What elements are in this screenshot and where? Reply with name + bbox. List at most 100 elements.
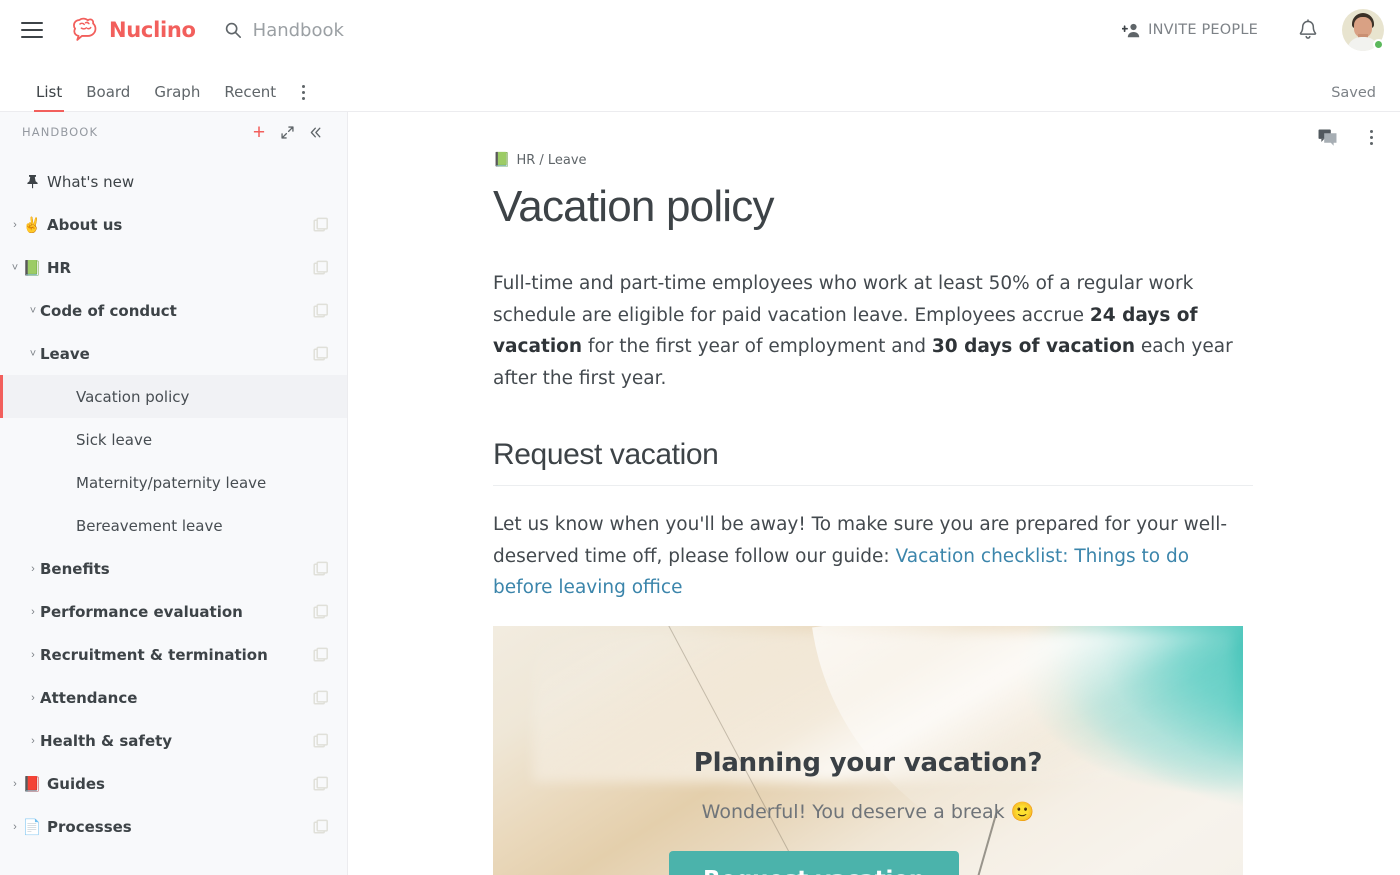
duplicate-page-button[interactable] bbox=[313, 303, 329, 319]
duplicate-page-icon bbox=[313, 561, 328, 575]
duplicate-page-button[interactable] bbox=[313, 561, 329, 577]
tab-graph[interactable]: Graph bbox=[142, 83, 212, 111]
tab-more-button[interactable] bbox=[288, 85, 319, 111]
duplicate-page-icon bbox=[313, 604, 328, 618]
sidebar-item-health-safety[interactable]: › Health & safety bbox=[0, 719, 347, 762]
duplicate-page-button[interactable] bbox=[313, 217, 329, 233]
sidebar-item-label: About us bbox=[47, 215, 123, 234]
document: 📗 HR / Leave Vacation policy Full-time a… bbox=[348, 112, 1253, 875]
breadcrumb-path: HR / Leave bbox=[516, 152, 587, 168]
embed-heading: Planning your vacation? bbox=[693, 747, 1043, 778]
sidebar-item-maternity-paternity-leave[interactable]: ›Maternity/paternity leave bbox=[0, 461, 347, 504]
duplicate-page-icon bbox=[313, 776, 328, 790]
sidebar-item-hr[interactable]: ˅ 📗 HR bbox=[0, 246, 347, 289]
sidebar-item-label: Recruitment & termination bbox=[40, 645, 268, 664]
chevron-right-icon[interactable]: › bbox=[26, 563, 40, 575]
tab-list[interactable]: List bbox=[24, 83, 74, 112]
sidebar-item-label: What's new bbox=[47, 172, 135, 191]
paragraph-intro-text-1: Full-time and part-time employees who wo… bbox=[493, 273, 1194, 326]
duplicate-page-icon bbox=[313, 346, 328, 360]
hamburger-menu-icon[interactable] bbox=[21, 22, 43, 38]
more-vertical-icon bbox=[302, 85, 306, 100]
sidebar-header: HANDBOOK + bbox=[0, 112, 347, 152]
sidebar-item-recruitment-termination[interactable]: › Recruitment & termination bbox=[0, 633, 347, 676]
sidebar-item-label: Maternity/paternity leave bbox=[76, 473, 267, 492]
duplicate-page-icon bbox=[313, 217, 328, 231]
search-input[interactable]: Handbook bbox=[224, 20, 344, 41]
brand-name: Nuclino bbox=[109, 18, 196, 42]
paragraph-request: Let us know when you'll be away! To make… bbox=[493, 509, 1253, 604]
chevron-right-icon[interactable]: › bbox=[8, 219, 22, 231]
sidebar-item-processes[interactable]: › 📄 Processes bbox=[0, 805, 347, 848]
sidebar-item-attendance[interactable]: › Attendance bbox=[0, 676, 347, 719]
sidebar-item-performance-evaluation[interactable]: › Performance evaluation bbox=[0, 590, 347, 633]
avatar[interactable] bbox=[1342, 9, 1384, 51]
chevron-right-icon[interactable]: › bbox=[26, 735, 40, 747]
embed-content: Planning your vacation? Wonderful! You d… bbox=[493, 626, 1243, 875]
item-emoji-icon: 📕 bbox=[22, 774, 42, 793]
page-menu-button[interactable] bbox=[1360, 126, 1382, 148]
sidebar-expand-button[interactable] bbox=[273, 118, 301, 146]
search-input-value: Handbook bbox=[252, 19, 344, 41]
sidebar-item-label: Guides bbox=[47, 774, 105, 793]
breadcrumb-emoji-icon: 📗 bbox=[493, 152, 511, 168]
sidebar-collapse-button[interactable] bbox=[301, 118, 329, 146]
workspace-body: HANDBOOK + ›What's new›✌️About us˅📗HR˅Co… bbox=[0, 112, 1400, 875]
paragraph-intro-text-2: for the first year of employment and bbox=[582, 336, 932, 357]
page-title: Vacation policy bbox=[493, 182, 774, 231]
chevron-right-icon[interactable]: › bbox=[26, 692, 40, 704]
plus-icon: + bbox=[252, 120, 266, 144]
duplicate-page-button[interactable] bbox=[313, 776, 329, 792]
sidebar-item-guides[interactable]: › 📕 Guides bbox=[0, 762, 347, 805]
duplicate-page-button[interactable] bbox=[313, 260, 329, 276]
chevron-down-icon[interactable]: ˅ bbox=[26, 305, 40, 317]
duplicate-page-button[interactable] bbox=[313, 690, 329, 706]
sidebar-item-code-of-conduct[interactable]: ˅ Code of conduct bbox=[0, 289, 347, 332]
chevron-down-icon[interactable]: ˅ bbox=[8, 262, 22, 274]
sidebar-item-sick-leave[interactable]: ›Sick leave bbox=[0, 418, 347, 461]
sidebar-item-label: Health & safety bbox=[40, 731, 173, 750]
chevron-right-icon[interactable]: › bbox=[8, 778, 22, 790]
item-emoji-icon: 📗 bbox=[22, 258, 42, 277]
tab-recent[interactable]: Recent bbox=[212, 83, 288, 111]
breadcrumb[interactable]: 📗 HR / Leave bbox=[493, 152, 1248, 168]
duplicate-page-button[interactable] bbox=[313, 733, 329, 749]
chevron-right-icon[interactable]: › bbox=[26, 649, 40, 661]
sidebar-item-label: Code of conduct bbox=[40, 301, 177, 320]
request-vacation-button[interactable]: Request vacation bbox=[669, 850, 959, 875]
duplicate-page-icon bbox=[313, 733, 328, 747]
duplicate-page-icon bbox=[313, 647, 328, 661]
top-bar: Nuclino Handbook INVITE PEOPLE bbox=[0, 0, 1400, 60]
duplicate-page-button[interactable] bbox=[313, 819, 329, 835]
vacation-request-embed[interactable]: Planning your vacation? Wonderful! You d… bbox=[493, 625, 1243, 875]
duplicate-page-icon bbox=[313, 303, 328, 317]
tab-board[interactable]: Board bbox=[74, 83, 142, 111]
embed-subheading: Wonderful! You deserve a break 🙂 bbox=[701, 800, 1035, 823]
duplicate-page-icon bbox=[313, 260, 328, 274]
chevron-right-icon[interactable]: › bbox=[26, 606, 40, 618]
sidebar-item-about-us[interactable]: › ✌️ About us bbox=[0, 203, 347, 246]
sidebar-item-label: Attendance bbox=[40, 688, 138, 707]
status-badge bbox=[1373, 39, 1384, 50]
top-bar-right-actions: INVITE PEOPLE bbox=[1112, 0, 1384, 60]
sidebar-item-bereavement-leave[interactable]: ›Bereavement leave bbox=[0, 504, 347, 547]
comments-button[interactable] bbox=[1316, 126, 1338, 148]
duplicate-page-button[interactable] bbox=[313, 346, 329, 362]
invite-people-label: INVITE PEOPLE bbox=[1148, 22, 1258, 38]
duplicate-page-button[interactable] bbox=[313, 604, 329, 620]
bell-icon[interactable] bbox=[1298, 19, 1318, 41]
chevron-down-icon[interactable]: ˅ bbox=[26, 348, 40, 360]
sidebar-item-label: Sick leave bbox=[76, 430, 153, 449]
paragraph-intro: Full-time and part-time employees who wo… bbox=[493, 268, 1253, 394]
main-content: 📗 HR / Leave Vacation policy Full-time a… bbox=[348, 112, 1400, 875]
invite-people-button[interactable]: INVITE PEOPLE bbox=[1112, 16, 1268, 44]
brand-logo-link[interactable]: Nuclino bbox=[71, 17, 196, 43]
chevron-right-icon[interactable]: › bbox=[8, 821, 22, 833]
sidebar-item-benefits[interactable]: › Benefits bbox=[0, 547, 347, 590]
sidebar-item-label: HR bbox=[47, 258, 72, 277]
sidebar-add-button[interactable]: + bbox=[245, 118, 273, 146]
sidebar-item-what-s-new[interactable]: ›What's new bbox=[0, 160, 347, 203]
duplicate-page-button[interactable] bbox=[313, 647, 329, 663]
sidebar-item-vacation-policy[interactable]: ›Vacation policy bbox=[0, 375, 347, 418]
sidebar-item-leave[interactable]: ˅ Leave bbox=[0, 332, 347, 375]
